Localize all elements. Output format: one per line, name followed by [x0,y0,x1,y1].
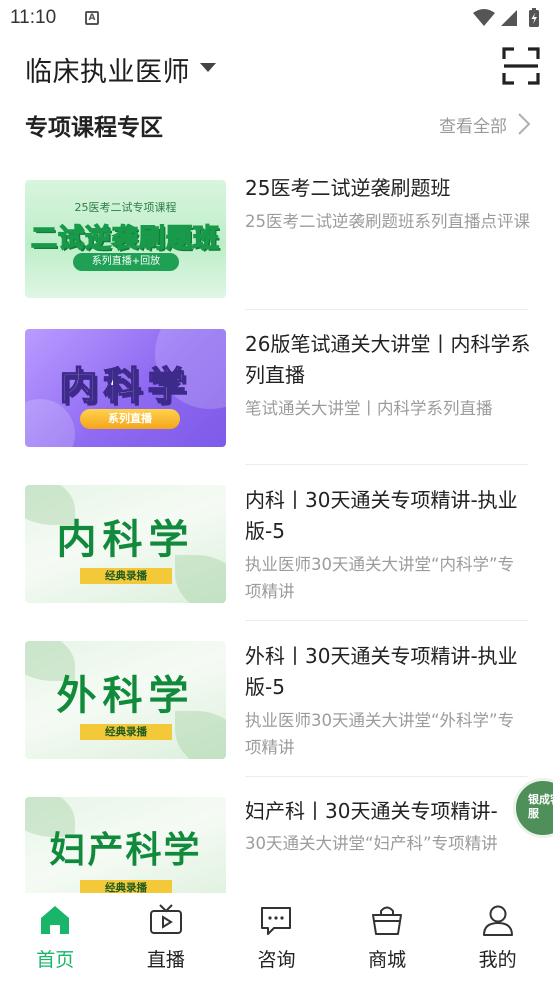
thumbnail-main-text: 内科学 [56,516,195,563]
thumbnail-main-b: 刷题班 [138,223,221,255]
tab-home[interactable]: 首页 [0,893,111,984]
view-all-label: 查看全部 [439,116,507,137]
chat-icon [261,907,292,935]
course-thumbnail: 25医考二试专项课程 二试逆袭刷题班 系列直播+回放 [25,180,226,298]
thumbnail-main-a: 二试逆袭 [30,223,139,255]
thumbnail-pill: 经典录播 [80,724,172,740]
thumbnail-pill: 经典录播 [80,568,172,584]
course-description: 25医考二试逆袭刷题班系列直播点评课 [245,212,530,231]
customer-service-text: 银成客服 [528,793,553,820]
tab-mine-label: 我的 [478,949,517,971]
course-description: 执业医师30天通关大讲堂“外科学”专项精讲 [245,711,515,757]
chevron-right-icon [518,113,531,135]
notification-icon: A [85,11,99,25]
status-icons [473,8,539,27]
course-item[interactable]: 外科学 经典录播 外科丨30天通关专项精讲-执业版-5 执业医师30天通关大讲堂… [25,637,528,777]
tv-icon [149,904,182,934]
course-thumbnail: 内科学 系列直播 [25,329,226,447]
course-item[interactable]: 内科学 系列直播 26版笔试通关大讲堂丨内科学系列直播 笔试通关大讲堂丨内科学系… [25,325,530,465]
tab-consult[interactable]: 咨询 [221,893,332,984]
tab-live[interactable]: 直播 [111,893,222,984]
tab-mall[interactable]: 商城 [332,893,443,984]
tab-mall-label: 商城 [368,949,407,971]
status-bar: 11:10 A [0,0,553,36]
thumbnail-pill: 系列直播+回放 [73,253,179,271]
caret-down-icon[interactable] [200,63,216,72]
thumbnail-main-text: 内科学 [59,363,192,409]
course-description: 执业医师30天通关大讲堂“内科学”专项精讲 [245,555,515,601]
thumbnail-pill: 系列直播 [80,409,180,429]
course-item[interactable]: 内科学 经典录播 内科丨30天通关专项精讲-执业版-5 执业医师30天通关大讲堂… [25,481,528,621]
exam-category-title[interactable]: 临床执业医师 [25,50,190,89]
tab-home-label: 首页 [36,949,75,971]
thumbnail-main-text: 外科学 [56,672,195,719]
thumbnail-main-text: 妇产科学 [49,829,202,871]
divider [245,620,528,621]
signal-icon [501,10,517,26]
divider [245,464,528,465]
divider [245,309,528,310]
tab-live-label: 直播 [146,949,185,971]
course-description: 30天通关大讲堂“妇产科”专项精讲 [245,834,498,853]
course-thumbnail: 内科学 经典录播 [25,485,226,603]
basket-icon [372,906,403,935]
course-title: 内科丨30天通关专项精讲-执业版-5 [245,488,518,543]
view-all-link[interactable]: 查看全部 [439,110,531,138]
course-thumbnail: 外科学 经典录播 [25,641,226,759]
course-item[interactable]: 25医考二试专项课程 二试逆袭刷题班 系列直播+回放 25医考二试逆袭刷题班 2… [25,170,530,310]
course-description: 笔试通关大讲堂丨内科学系列直播 [245,399,493,418]
course-title: 26版笔试通关大讲堂丨内科学系列直播 [245,332,531,387]
thumbnail-main-text: 二试逆袭刷题班 [25,218,226,255]
course-title: 外科丨30天通关专项精讲-执业版-5 [245,644,518,699]
user-icon [482,905,513,936]
bottom-tab-bar: 首页 直播 咨询 商城 我的 [0,893,553,984]
status-time: 11:10 [10,7,57,28]
section-title: 专项课程专区 [25,115,163,141]
home-icon [41,906,70,934]
wifi-icon [473,9,495,26]
thumbnail-top-text: 25医考二试专项课程 [74,201,177,214]
course-title: 妇产科丨30天通关专项精讲- [245,799,498,823]
tab-consult-label: 咨询 [257,949,296,971]
tab-mine[interactable]: 我的 [442,893,553,984]
scan-icon[interactable] [502,47,540,85]
course-title: 25医考二试逆袭刷题班 [245,176,451,200]
divider [245,776,528,777]
